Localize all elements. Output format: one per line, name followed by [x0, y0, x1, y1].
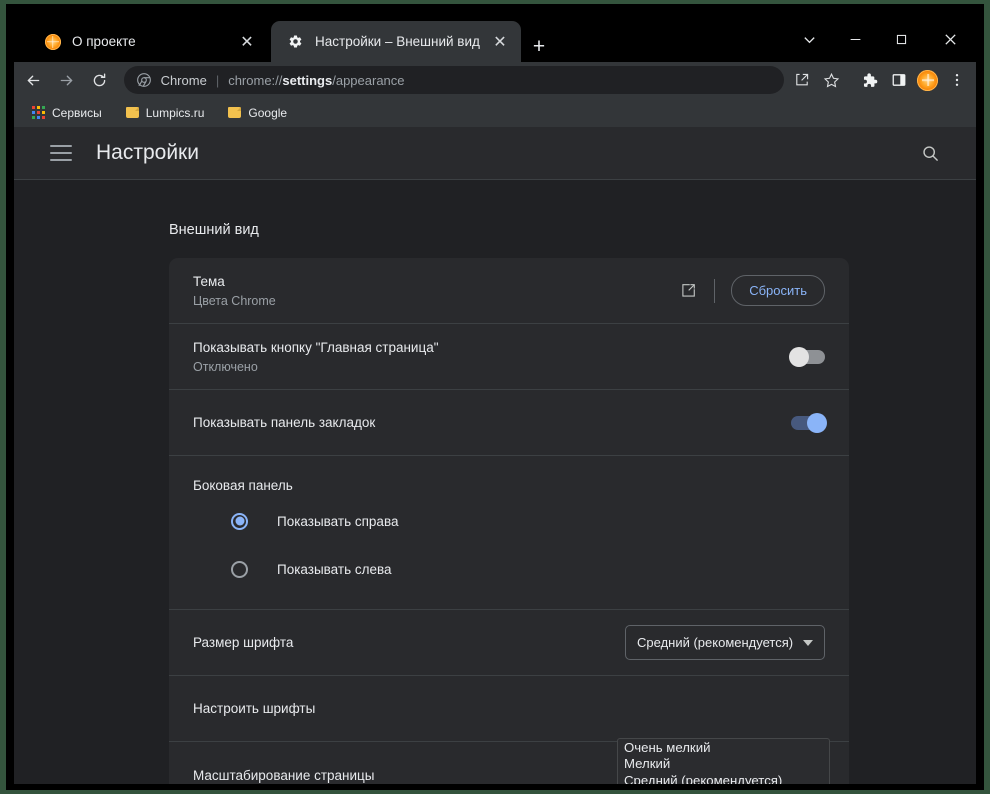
chrome-logo-icon: [136, 72, 152, 88]
row-subtitle: Цвета Chrome: [193, 293, 276, 308]
tab-title: О проекте: [72, 34, 136, 49]
share-icon[interactable]: [790, 66, 815, 94]
address-bar[interactable]: Chrome | chrome://settings/appearance: [123, 66, 784, 94]
group-label: Боковая панель: [193, 478, 293, 493]
omnibox-chip-label: Chrome: [160, 72, 207, 88]
tab-search-chevron-icon[interactable]: [786, 22, 832, 56]
extensions-puzzle-icon[interactable]: [857, 66, 882, 94]
dropdown-option[interactable]: Средний (рекомендуется): [618, 773, 829, 784]
hamburger-icon[interactable]: [50, 142, 72, 164]
settings-header: Настройки: [14, 127, 976, 180]
settings-content: Внешний вид Тема Цвета Chrome Сбросить П…: [14, 180, 976, 784]
home-button-toggle[interactable]: [789, 346, 825, 367]
bookmark-label: Lumpics.ru: [145, 105, 205, 120]
row-title: Тема: [193, 273, 225, 289]
bookmarks-bar-toggle[interactable]: [791, 412, 827, 433]
page-title: Настройки: [96, 141, 199, 164]
minimize-icon[interactable]: [832, 22, 878, 56]
row-font-size[interactable]: Размер шрифта Средний (рекомендуется): [169, 610, 849, 676]
font-size-selected-value: Средний (рекомендуется): [637, 635, 794, 650]
chrome-menu-icon[interactable]: [945, 66, 970, 94]
tab-strip: О проекте ✕ Настройки – Внешний вид ✕ +: [14, 6, 976, 62]
row-title: Показывать кнопку "Главная страница": [193, 339, 439, 355]
close-icon[interactable]: [924, 22, 976, 56]
settings-page: Настройки Внешний вид Тема Цвета Chrome: [14, 127, 976, 784]
tab-close-icon[interactable]: ✕: [236, 31, 258, 53]
tab-nastroyki-vneshniy-vid[interactable]: Настройки – Внешний вид ✕: [271, 21, 521, 62]
font-size-select[interactable]: Средний (рекомендуется): [625, 625, 825, 660]
tab-title: Настройки – Внешний вид: [315, 34, 480, 49]
row-show-bookmarks-bar[interactable]: Показывать панель закладок: [169, 390, 849, 456]
dropdown-option[interactable]: Очень мелкий: [618, 740, 829, 756]
row-theme[interactable]: Тема Цвета Chrome Сбросить: [169, 258, 849, 324]
section-title: Внешний вид: [169, 222, 259, 238]
desktop-background: О проекте ✕ Настройки – Внешний вид ✕ +: [0, 0, 990, 794]
radio-option-show-left[interactable]: Показывать слева: [169, 545, 849, 593]
gear-icon: [289, 35, 302, 48]
reset-theme-button[interactable]: Сбросить: [731, 275, 825, 306]
bookmarks-bar: Сервисы Lumpics.ru Google: [14, 98, 976, 127]
apps-grid-icon: [32, 106, 45, 119]
chevron-down-icon: [803, 639, 813, 646]
font-size-dropdown-list[interactable]: Очень мелкий Мелкий Средний (рекомендует…: [617, 738, 830, 784]
forward-icon[interactable]: [53, 65, 80, 95]
bookmark-label: Сервисы: [52, 105, 102, 120]
radio-label: Показывать слева: [277, 561, 392, 577]
vertical-divider: [714, 278, 716, 303]
appearance-settings-card: Тема Цвета Chrome Сбросить Показывать кн…: [169, 258, 849, 784]
gear-favicon: [287, 33, 304, 50]
radio-label: Показывать справа: [277, 513, 399, 529]
maximize-icon[interactable]: [878, 22, 924, 56]
omnibox-separator: |: [215, 72, 220, 88]
radio-icon-unselected: [231, 560, 248, 578]
row-customize-fonts[interactable]: Настроить шрифты: [169, 676, 849, 742]
row-title: Размер шрифта: [193, 635, 294, 650]
bookmark-star-icon[interactable]: [819, 66, 844, 94]
row-title: Настроить шрифты: [193, 701, 316, 716]
tab-close-icon[interactable]: ✕: [489, 31, 511, 53]
row-subtitle: Отключено: [193, 359, 258, 374]
window-controls: [786, 20, 976, 58]
tab-o-proekte[interactable]: О проекте ✕: [28, 21, 268, 62]
external-link-icon[interactable]: [678, 281, 698, 301]
omnibox-url: chrome://settings/appearance: [228, 72, 405, 88]
bookmark-label: Google: [248, 105, 288, 120]
row-show-home-button[interactable]: Показывать кнопку "Главная страница" Отк…: [169, 324, 849, 390]
folder-icon: [228, 107, 242, 118]
reload-icon[interactable]: [86, 65, 113, 95]
row-title: Показывать панель закладок: [193, 415, 376, 430]
folder-icon: [125, 107, 139, 118]
bookmark-item-google[interactable]: Google: [220, 102, 295, 124]
browser-toolbar: Chrome | chrome://settings/appearance: [14, 62, 976, 98]
dropdown-option[interactable]: Мелкий: [618, 756, 829, 772]
chrome-browser-window: О проекте ✕ Настройки – Внешний вид ✕ +: [14, 6, 976, 784]
back-icon[interactable]: [20, 65, 47, 95]
new-tab-button[interactable]: +: [525, 32, 553, 60]
search-icon[interactable]: [918, 141, 942, 165]
row-side-panel-group: Боковая панель Показывать справа Показыв…: [169, 456, 849, 610]
side-panel-icon[interactable]: [886, 66, 911, 94]
bookmark-item-lumpics[interactable]: Lumpics.ru: [118, 102, 213, 124]
orange-favicon: [44, 33, 61, 50]
profile-avatar-icon[interactable]: [915, 66, 940, 94]
radio-option-show-right[interactable]: Показывать справа: [169, 497, 849, 545]
radio-icon-selected: [231, 512, 248, 530]
bookmark-item-servisy[interactable]: Сервисы: [24, 102, 110, 124]
